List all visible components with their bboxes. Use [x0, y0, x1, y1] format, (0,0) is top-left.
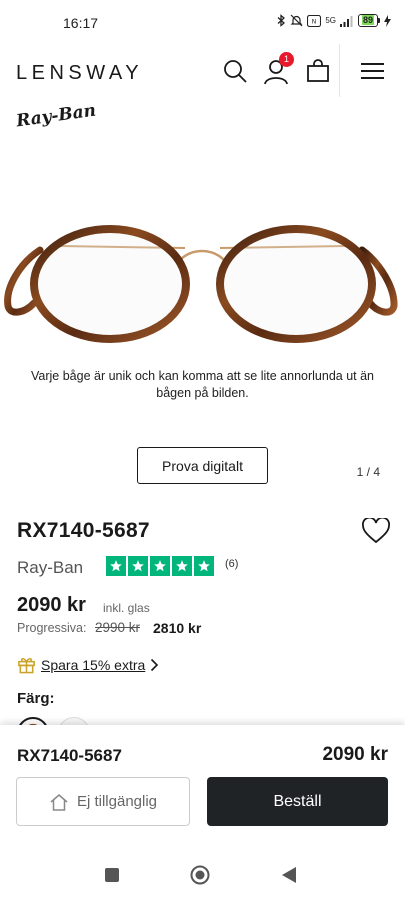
product-price: 2090 kr	[17, 594, 86, 616]
sticky-purchase-bar: RX7140-5687 2090 kr Ej tillgänglig Bestä…	[0, 725, 405, 851]
order-button[interactable]: Beställ	[207, 777, 388, 826]
home-button-icon[interactable]	[190, 865, 210, 885]
trustpilot-rating[interactable]	[106, 556, 214, 576]
bluetooth-icon	[277, 14, 286, 27]
status-time: 16:17	[63, 15, 99, 31]
product-title: RX7140-5687	[17, 519, 150, 542]
promo-link[interactable]: Spara 15% extra	[17, 655, 159, 674]
color-label: Färg:	[17, 690, 55, 707]
price-note: inkl. glas	[103, 601, 150, 615]
brand-logo: Ray-Ban	[14, 100, 98, 132]
progressive-old-price: 2990 kr	[95, 620, 141, 635]
star-icon	[194, 556, 214, 576]
progressive-label: Progressiva:	[17, 621, 87, 635]
battery-icon: 89	[357, 14, 380, 27]
recents-icon[interactable]	[104, 867, 120, 883]
cart-count-badge: 1	[279, 52, 294, 67]
nfc-icon: N	[307, 14, 322, 27]
star-icon	[106, 556, 126, 576]
sticky-product-title: RX7140-5687	[17, 746, 122, 765]
gift-icon	[18, 658, 35, 674]
svg-text:N: N	[312, 18, 317, 25]
back-icon[interactable]	[281, 866, 297, 884]
menu-icon[interactable]	[358, 57, 386, 85]
star-icon	[172, 556, 192, 576]
sticky-price: 2090 kr	[322, 744, 388, 765]
site-header: LENSWAY 1	[0, 44, 405, 100]
header-divider	[339, 44, 340, 97]
battery-level: 89	[361, 15, 374, 25]
site-logo[interactable]: LENSWAY	[16, 62, 143, 85]
review-count[interactable]: (6)	[225, 558, 238, 570]
progressive-new-price: 2810 kr	[153, 620, 202, 636]
search-icon[interactable]	[221, 57, 249, 85]
charging-icon	[384, 14, 391, 27]
product-brand[interactable]: Ray-Ban	[17, 558, 83, 578]
unavailable-label: Ej tillgänglig	[76, 793, 158, 810]
star-icon	[128, 556, 148, 576]
signal-icon	[339, 15, 353, 27]
product-image[interactable]	[0, 218, 405, 348]
promo-text[interactable]: Spara 15% extra	[41, 657, 145, 673]
unavailable-store-button[interactable]: Ej tillgänglig	[16, 777, 190, 826]
home-icon	[50, 793, 68, 811]
mute-icon	[290, 14, 303, 27]
bag-icon[interactable]	[304, 57, 332, 85]
status-bar: 16:17 N 5G 89	[0, 0, 405, 44]
wishlist-heart-icon[interactable]	[362, 518, 390, 544]
network-type: 5G	[325, 16, 336, 25]
image-disclaimer: Varje båge är unik och kan komma att se …	[30, 369, 375, 400]
gallery-pager: 1 / 4	[356, 465, 380, 479]
status-icons: N 5G 89	[276, 14, 391, 27]
try-on-button[interactable]: Prova digitalt	[137, 447, 268, 484]
star-icon	[150, 556, 170, 576]
chevron-right-icon	[151, 658, 159, 671]
system-nav-bar	[0, 851, 405, 900]
